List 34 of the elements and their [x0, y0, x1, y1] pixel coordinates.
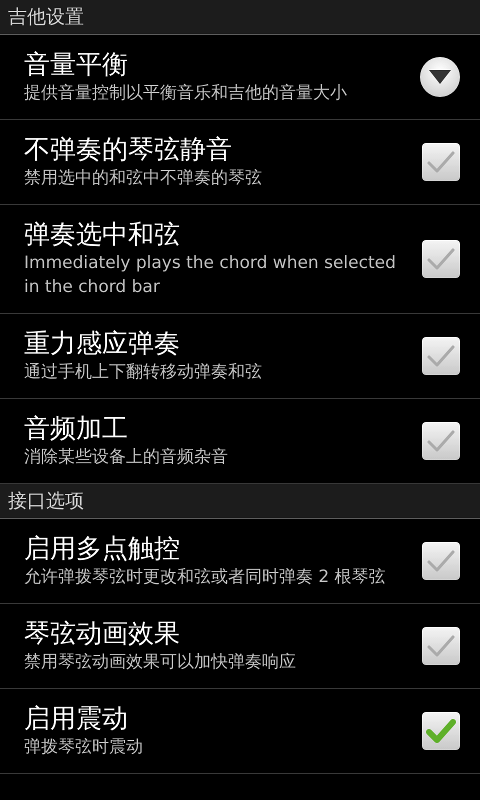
check-icon	[426, 548, 456, 574]
checkbox[interactable]	[422, 422, 460, 460]
checkbox[interactable]	[422, 542, 460, 580]
setting-title: 琴弦动画效果	[24, 618, 181, 650]
check-icon	[426, 149, 456, 175]
setting-title: 不弹奏的琴弦静音	[24, 134, 233, 166]
checkbox[interactable]	[422, 240, 460, 278]
setting-description: 消除某些设备上的音频杂音	[24, 446, 229, 469]
setting-description: Immediately plays the chord when selected in the chord bar	[24, 252, 397, 299]
setting-description: 通过手机上下翻转移动弹奏和弦	[24, 361, 263, 384]
checkbox[interactable]	[422, 143, 460, 181]
setting-title: 启用多点触控	[24, 533, 181, 565]
setting-title: 弹奏选中和弦	[24, 219, 181, 251]
setting-title: 重力感应弹奏	[24, 328, 181, 360]
setting-description: 禁用琴弦动画效果可以加快弹奏响应	[24, 651, 297, 674]
section-header: 吉他设置	[0, 0, 480, 35]
setting-description: 禁用选中的和弦中不弹奏的琴弦	[24, 167, 263, 190]
setting-title: 音频加工	[24, 413, 129, 445]
caret-icon	[429, 70, 451, 84]
checkbox[interactable]	[422, 627, 460, 665]
setting-title: 启用震动	[24, 703, 129, 735]
check-icon	[426, 633, 456, 659]
setting-description: 提供音量控制以平衡音乐和吉他的音量大小	[24, 82, 348, 105]
dropdown-button[interactable]	[420, 57, 460, 97]
section-header: 接口选项	[0, 484, 480, 519]
setting-title: 音量平衡	[24, 49, 129, 81]
check-icon	[426, 246, 456, 272]
check-icon	[426, 718, 456, 744]
setting-description: 弹拨琴弦时震动	[24, 736, 144, 759]
check-icon	[426, 428, 456, 454]
check-icon	[426, 343, 456, 369]
checkbox[interactable]	[422, 337, 460, 375]
checkbox[interactable]	[422, 712, 460, 750]
setting-description: 允许弹拨琴弦时更改和弦或者同时弹奏 2 根琴弦	[24, 566, 387, 589]
